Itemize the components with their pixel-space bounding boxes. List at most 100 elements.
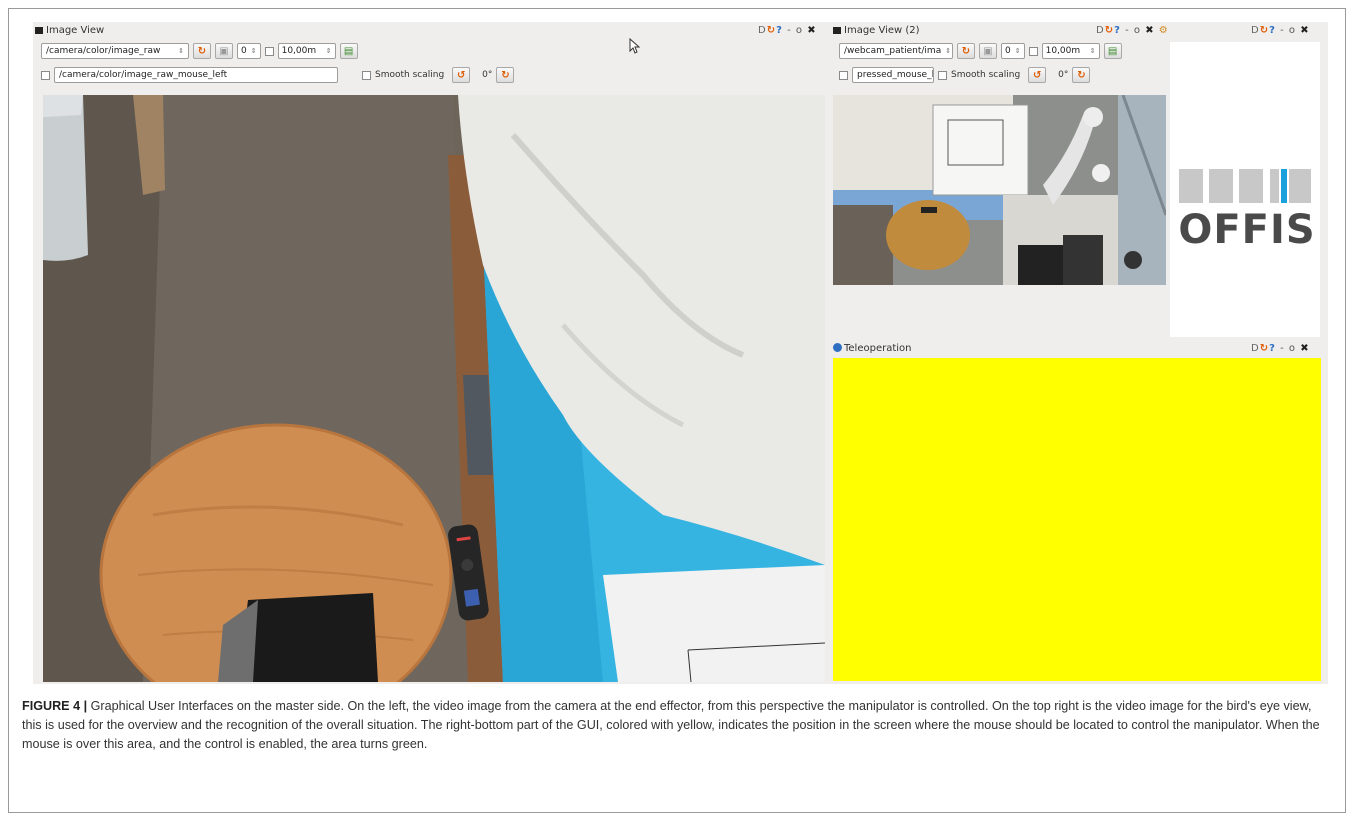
image-view-title: Image View [46, 25, 105, 36]
close-button[interactable]: ✖ [1300, 343, 1309, 354]
save-icon: ▣ [983, 45, 993, 57]
float-button[interactable]: o [1134, 25, 1141, 36]
spin-arrows-icon: ⇕ [1014, 47, 1021, 55]
spin-arrows-icon: ⇕ [250, 47, 257, 55]
image-view-2-title: Image View (2) [844, 25, 920, 36]
close-button[interactable]: ✖ [807, 25, 816, 36]
reload-icon[interactable]: ↻ [1260, 343, 1269, 354]
topic-value: /camera/color/image_raw [46, 46, 161, 56]
rotate-right-button[interactable]: ↻ [1072, 67, 1091, 83]
rotate-left-button[interactable]: ↺ [452, 67, 471, 83]
color-scheme-button[interactable]: ▤ [339, 43, 358, 59]
teleoperation-window-controls: D↻? - o ✖ [1251, 341, 1310, 357]
extra-window-controls: D↻? - o ✖ [1251, 23, 1310, 39]
spin-arrows-icon: ⇕ [325, 47, 332, 55]
distance-checkbox[interactable] [264, 46, 274, 56]
color-scheme-button[interactable]: ▤ [1103, 43, 1122, 59]
teleoperation-title: Teleoperation [844, 343, 912, 354]
birds-eye-camera-scene [833, 95, 1166, 285]
distance-spinbox[interactable]: 10,00m ⇕ [277, 43, 336, 59]
help-icon[interactable]: ? [1269, 343, 1276, 354]
rotation-value: 0° [1058, 70, 1069, 80]
number-spinbox[interactable]: 0 ⇕ [237, 43, 261, 59]
float-button[interactable]: o [796, 25, 803, 36]
number-value: 0 [241, 46, 247, 56]
image-view-titlebar: Image View [35, 23, 104, 39]
minimize-button[interactable]: - [1280, 343, 1285, 354]
help-icon[interactable]: ? [776, 25, 783, 36]
image-view-mouse-row: /camera/color/image_raw_mouse_left Smoot… [41, 66, 515, 84]
birds-eye-camera-image[interactable] [833, 95, 1166, 285]
offis-logo-panel: OFFIS [1170, 42, 1320, 337]
window-icon [833, 27, 841, 34]
teleoperation-icon [833, 343, 842, 352]
publish-mouse-checkbox[interactable] [41, 70, 50, 80]
teleoperation-titlebar: Teleoperation [833, 341, 912, 357]
figure-label: FIGURE 4 | [22, 699, 88, 713]
reload-icon[interactable]: ↻ [1105, 25, 1114, 36]
save-image-button[interactable]: ▣ [215, 43, 233, 59]
refresh-icon: ↻ [961, 45, 971, 57]
rotation-value: 0° [482, 70, 493, 80]
mouse-topic-input[interactable]: pressed_mouse_left [852, 67, 934, 83]
minimize-button[interactable]: - [1125, 25, 1130, 36]
image-view-2-titlebar: Image View (2) [833, 23, 920, 39]
float-button[interactable]: o [1289, 25, 1296, 36]
mouse-cursor-icon [629, 38, 641, 54]
image-view-toolbar: /camera/color/image_raw ⇕ ↻ ▣ 0 ⇕ 10,00m ⇕ … [41, 42, 358, 60]
rotate-right-button[interactable]: ↻ [496, 67, 515, 83]
refresh-icon: ↻ [197, 45, 207, 57]
reload-icon[interactable]: ↻ [767, 25, 776, 36]
rotate-left-button[interactable]: ↺ [1028, 67, 1047, 83]
figure-caption-text: Graphical User Interfaces on the master … [22, 699, 1320, 751]
rotate-left-icon: ↺ [1032, 69, 1042, 81]
distance-value: 10,00m [281, 46, 317, 56]
number-spinbox[interactable]: 0 ⇕ [1001, 43, 1025, 59]
end-effector-camera-image[interactable] [43, 95, 825, 682]
minimize-button[interactable]: - [787, 25, 792, 36]
help-icon[interactable]: ? [1269, 25, 1276, 36]
distance-spinbox[interactable]: 10,00m ⇕ [1041, 43, 1100, 59]
d-button[interactable]: D [758, 25, 767, 36]
float-button[interactable]: o [1289, 343, 1296, 354]
mouse-topic-input[interactable]: /camera/color/image_raw_mouse_left [54, 67, 338, 83]
close-button[interactable]: ✖ [1300, 25, 1309, 36]
spin-arrows-icon: ⇕ [1089, 47, 1096, 55]
rotate-left-icon: ↺ [456, 69, 466, 81]
smooth-scaling-checkbox[interactable] [938, 70, 947, 80]
rqt-gui: Image View D↻? - o ✖ /camera/color/image… [33, 22, 1328, 684]
image-view-2-window-controls: D↻? - o ✖ ⚙ [1096, 23, 1169, 39]
offis-logo-text: OFFIS [1178, 207, 1316, 253]
teleoperation-control-area[interactable] [833, 358, 1321, 681]
publish-mouse-checkbox[interactable] [839, 70, 848, 80]
chevron-updown-icon: ⇕ [178, 47, 184, 55]
refresh-topics-button[interactable]: ↻ [193, 43, 211, 59]
image-icon: ▤ [343, 45, 354, 57]
rotate-right-icon: ↻ [1077, 69, 1086, 81]
smooth-scaling-checkbox[interactable] [362, 70, 371, 80]
minimize-button[interactable]: - [1280, 25, 1285, 36]
topic-combobox[interactable]: /webcam_patient/ima ⇕ [839, 43, 953, 59]
d-button[interactable]: D [1096, 25, 1105, 36]
help-icon[interactable]: ? [1114, 25, 1121, 36]
end-effector-camera-scene [43, 95, 825, 682]
image-view-2-toolbar: /webcam_patient/ima ⇕ ↻ ▣ 0 ⇕ 10,00m ⇕ ▤ [839, 42, 1122, 60]
image-view-window-controls: D↻? - o ✖ [758, 23, 817, 39]
distance-value: 10,00m [1045, 46, 1081, 56]
smooth-scaling-label: Smooth scaling [375, 70, 445, 80]
topic-combobox[interactable]: /camera/color/image_raw ⇕ [41, 43, 189, 59]
d-button[interactable]: D [1251, 343, 1260, 354]
settings-icon[interactable]: ⚙ [1159, 25, 1169, 36]
image-icon: ▤ [1107, 45, 1118, 57]
refresh-topics-button[interactable]: ↻ [957, 43, 975, 59]
close-button[interactable]: ✖ [1145, 25, 1154, 36]
topic-value: /webcam_patient/ima [844, 46, 942, 56]
d-button[interactable]: D [1251, 25, 1260, 36]
save-image-button[interactable]: ▣ [979, 43, 997, 59]
reload-icon[interactable]: ↻ [1260, 25, 1269, 36]
number-value: 0 [1005, 46, 1011, 56]
distance-checkbox[interactable] [1028, 46, 1038, 56]
smooth-scaling-label: Smooth scaling [951, 70, 1021, 80]
window-icon [35, 27, 43, 34]
image-view-2-mouse-row: pressed_mouse_left Smooth scaling ↺ 0° ↻ [839, 66, 1091, 84]
